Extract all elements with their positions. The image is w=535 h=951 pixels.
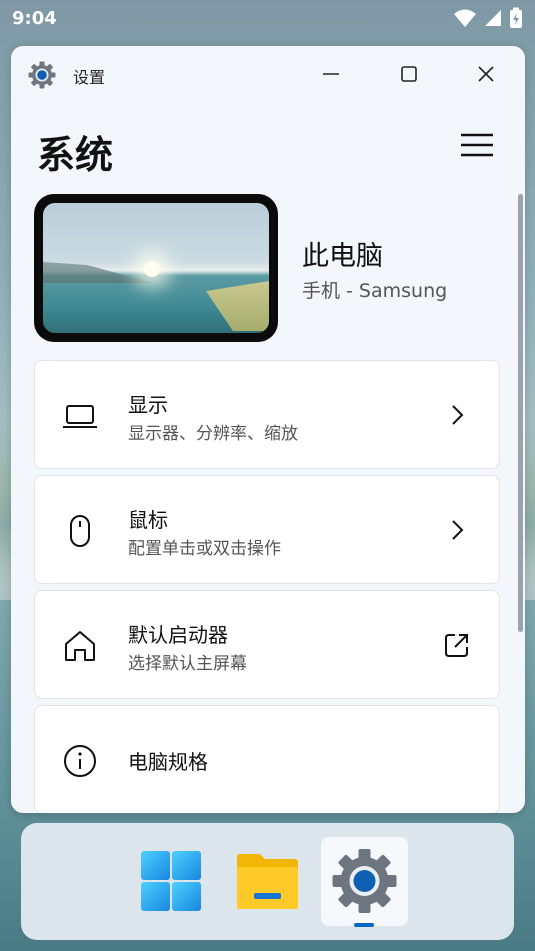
- close-icon: [478, 66, 494, 82]
- settings-gear-icon: [28, 61, 56, 89]
- minimize-button[interactable]: [311, 58, 351, 90]
- status-time: 9:04: [12, 7, 57, 29]
- status-icons: [453, 7, 523, 29]
- setting-item-subtitle: 显示器、分辨率、缩放: [128, 424, 298, 444]
- laptop-icon: [63, 405, 97, 428]
- setting-item-default-launcher[interactable]: 默认启动器 选择默认主屏幕: [34, 590, 500, 699]
- wifi-icon: [454, 9, 476, 27]
- close-button[interactable]: [466, 58, 506, 90]
- start-icon: [141, 851, 201, 911]
- device-thumbnail: [34, 194, 278, 342]
- setting-item-mouse[interactable]: 鼠标 配置单击或双击操作: [34, 475, 500, 584]
- chevron-right-icon: [452, 405, 464, 425]
- wallpaper-sun: [144, 261, 160, 277]
- setting-item-title: 显示: [128, 393, 168, 417]
- maximize-icon: [401, 66, 417, 82]
- info-icon: [64, 745, 96, 777]
- home-icon: [65, 631, 95, 661]
- open-external-icon: [445, 634, 468, 657]
- setting-item-pc-specs[interactable]: 电脑规格: [34, 705, 500, 813]
- setting-item-subtitle: 配置单击或双击操作: [128, 539, 281, 559]
- window-title: 设置: [73, 68, 106, 87]
- device-subtitle: 手机 - Samsung: [302, 280, 448, 302]
- taskbar-settings[interactable]: [321, 837, 408, 927]
- wallpaper-hill: [43, 262, 153, 283]
- hamburger-menu-icon: [461, 133, 493, 157]
- mouse-icon: [70, 515, 90, 547]
- device-name: 此电脑: [302, 241, 383, 272]
- setting-item-title: 默认启动器: [128, 623, 228, 647]
- file-explorer-icon: [237, 854, 298, 909]
- chevron-right-icon: [452, 520, 464, 540]
- device-wallpaper: [43, 203, 269, 333]
- scrollbar[interactable]: [518, 194, 523, 632]
- setting-item-title: 鼠标: [128, 508, 168, 532]
- taskbar-start-button[interactable]: [128, 837, 215, 926]
- signal-icon: [485, 10, 501, 26]
- battery-charging-icon: [510, 7, 522, 28]
- setting-item-subtitle: 选择默认主屏幕: [128, 654, 247, 674]
- active-app-indicator: [354, 923, 374, 927]
- minimize-icon: [323, 73, 339, 75]
- wallpaper-grass: [206, 281, 269, 331]
- setting-item-display[interactable]: 显示 显示器、分辨率、缩放: [34, 360, 500, 469]
- taskbar: [21, 823, 514, 940]
- settings-icon: [332, 849, 397, 913]
- menu-button[interactable]: [459, 130, 495, 160]
- title-bar: 设置: [11, 46, 525, 102]
- setting-item-title: 电脑规格: [128, 750, 208, 774]
- taskbar-file-explorer[interactable]: [224, 837, 311, 926]
- settings-window: 设置 系统 此电脑 手机 - Samsung 显示 显示器、分辨率、缩放 鼠标 …: [11, 46, 525, 813]
- page-title: 系统: [37, 133, 114, 177]
- maximize-button[interactable]: [389, 58, 429, 90]
- status-bar: 9:04: [0, 0, 535, 36]
